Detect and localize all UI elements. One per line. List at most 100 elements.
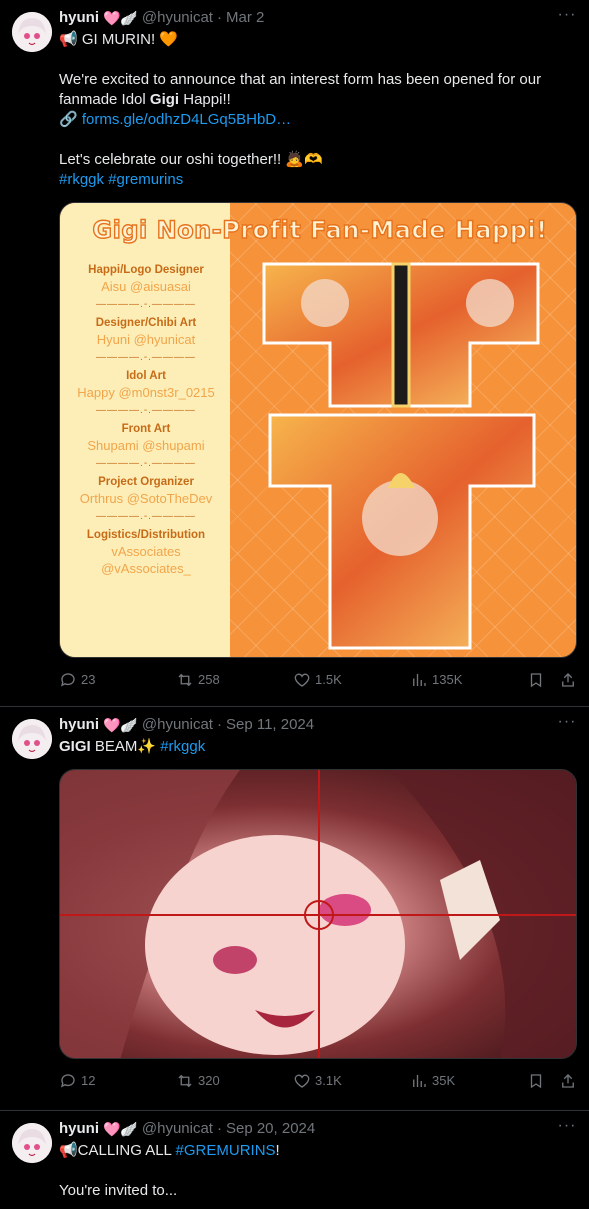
reply-button[interactable]: 12 [59, 1071, 159, 1091]
credit-separator: ————.-.———— [96, 458, 196, 469]
credit-name: Aisu @aisuasai [101, 279, 191, 294]
views-button[interactable]: 135K [410, 670, 510, 690]
repost-icon [176, 1072, 194, 1090]
text-line: #rkggk #gremurins [59, 170, 577, 190]
author-name[interactable]: hyuni [59, 8, 99, 28]
share-icon[interactable] [559, 1072, 577, 1090]
author-name[interactable]: hyuni [59, 715, 99, 735]
credit-block: Front Art Shupami @shupami ————.-.———— [66, 422, 226, 475]
credit-role: Project Organizer [98, 476, 194, 488]
like-button[interactable]: 3.1K [293, 1071, 393, 1091]
text-line: Let's celebrate our oshi together!! 🙇🫶 [59, 151, 323, 168]
hashtag[interactable]: #GREMURINS [176, 1142, 276, 1159]
form-link[interactable]: forms.gle/odhzD4LGq5BHbD… [82, 111, 291, 128]
bold-text: Gigi [149, 91, 180, 108]
tweet-date[interactable]: Sep 20, 2024 [226, 1119, 315, 1139]
image-title: Gigi Non-Profit Fan-Made Happi! [92, 215, 548, 244]
reply-button[interactable]: 23 [59, 670, 159, 690]
author-name[interactable]: hyuni [59, 1119, 99, 1139]
reply-count: 12 [81, 1073, 96, 1088]
text-line: 📢CALLING ALL #GREMURINS! [59, 1141, 577, 1161]
heart-icon [293, 1072, 311, 1090]
tweet-header: hyuni 🩷🪽 @hyunicat · Mar 2 [59, 8, 577, 28]
avatar[interactable] [12, 12, 52, 52]
bold-text: GIGI [59, 738, 91, 755]
author-emoji: 🩷🪽 [103, 717, 138, 733]
view-count: 35K [432, 1073, 456, 1088]
views-button[interactable]: 35K [410, 1071, 510, 1091]
tweet-1[interactable]: hyuni 🩷🪽 @hyunicat · Mar 2 ··· 📢 GI MURI… [0, 0, 589, 707]
text-line-end: Happi!! [179, 91, 231, 108]
credit-name: Shupami @shupami [87, 438, 205, 453]
tweet-2[interactable]: hyuni 🩷🪽 @hyunicat · Sep 11, 2024 ··· GI… [0, 707, 589, 1111]
repost-count: 258 [198, 672, 220, 687]
like-button[interactable]: 1.5K [293, 670, 393, 690]
share-icon[interactable] [559, 671, 577, 689]
credit-role: Designer/Chibi Art [95, 317, 197, 329]
tweet-date[interactable]: Sep 11, 2024 [226, 715, 314, 735]
view-count: 135K [432, 672, 463, 687]
tweet-actions: 12 320 3.1K 35K [59, 1071, 577, 1091]
credit-name: Orthrus @SotoTheDev [79, 491, 213, 506]
author-handle[interactable]: @hyunicat [142, 715, 213, 735]
credits-list: Happi/Logo Designer Aisu @aisuasai ————.… [66, 263, 226, 577]
gigi-beam-artwork[interactable] [59, 769, 577, 1059]
text-end: ! [275, 1142, 280, 1159]
credit-role: Front Art [121, 423, 171, 435]
credit-block: Project Organizer Orthrus @SotoTheDev ——… [66, 475, 226, 528]
text-rest: BEAM✨ [90, 738, 161, 755]
tweet-actions: 23 258 1.5K 135K [59, 670, 577, 690]
more-options-icon[interactable]: ··· [557, 1118, 577, 1139]
avatar[interactable] [12, 719, 52, 759]
reply-icon [59, 1072, 77, 1090]
views-icon [410, 1072, 428, 1090]
author-handle[interactable]: @hyunicat [142, 8, 213, 28]
author-handle[interactable]: @hyunicat [142, 1119, 213, 1139]
heart-icon [293, 671, 311, 689]
separator-dot: · [216, 716, 222, 733]
tweet-text: 📢CALLING ALL #GREMURINS! You're invited … [59, 1141, 577, 1201]
text-line: 🔗 forms.gle/odhzD4LGq5BHbD… [59, 110, 577, 130]
text-line: 📢 GI MURIN! 🧡 [59, 31, 179, 48]
tweet-text: GIGI BEAM✨ #rkggk [59, 737, 577, 757]
repost-button[interactable]: 258 [176, 670, 276, 690]
happi-coat-illustration [262, 262, 540, 650]
credit-separator: ————.-.———— [96, 299, 196, 310]
credit-name: vAssociates [111, 544, 181, 559]
repost-button[interactable]: 320 [176, 1071, 276, 1091]
text-line: You're invited to... [59, 1182, 178, 1199]
repost-count: 320 [198, 1073, 220, 1088]
bookmark-icon[interactable] [527, 671, 545, 689]
tweet-date[interactable]: Mar 2 [226, 8, 264, 28]
author-emoji: 🩷🪽 [103, 1121, 138, 1137]
credit-separator: ————.-.———— [96, 511, 196, 522]
hashtag[interactable]: #rkggk [160, 738, 205, 755]
text-line [59, 50, 577, 70]
credit-block: Idol Art Happy @m0nst3r_0215 ————.-.———— [66, 369, 226, 422]
credit-name: Happy @m0nst3r_0215 [77, 385, 215, 400]
views-icon [410, 671, 428, 689]
more-options-icon[interactable]: ··· [557, 7, 577, 28]
credit-name: Hyuni @hyunicat [96, 332, 196, 347]
text-line [59, 130, 577, 150]
credit-role: Happi/Logo Designer [88, 264, 204, 276]
hashtags[interactable]: #rkggk #gremurins [59, 171, 183, 188]
tweet-secondary-actions [527, 1072, 577, 1090]
credit-block: Happi/Logo Designer Aisu @aisuasai ————.… [66, 263, 226, 316]
artwork-illustration [60, 770, 576, 1058]
text-line: GIGI BEAM✨ #rkggk [59, 737, 577, 757]
more-options-icon[interactable]: ··· [557, 714, 577, 735]
separator-dot: · [216, 9, 222, 26]
like-count: 3.1K [315, 1073, 342, 1088]
tweet-3[interactable]: hyuni 🩷🪽 @hyunicat · Sep 20, 2024 ··· 📢C… [0, 1111, 589, 1209]
happi-announcement-image[interactable]: Gigi Non-Profit Fan-Made Happi! Happi/Lo… [59, 202, 577, 658]
tweet-header: hyuni 🩷🪽 @hyunicat · Sep 20, 2024 [59, 1119, 577, 1139]
bookmark-icon[interactable] [527, 1072, 545, 1090]
avatar[interactable] [12, 1123, 52, 1163]
repost-icon [176, 671, 194, 689]
credit-block: Logistics/Distribution vAssociates @vAss… [66, 528, 226, 577]
tweet-secondary-actions [527, 671, 577, 689]
reply-icon [59, 671, 77, 689]
tweet-header: hyuni 🩷🪽 @hyunicat · Sep 11, 2024 [59, 715, 577, 735]
credit-block: Designer/Chibi Art Hyuni @hyunicat ————.… [66, 316, 226, 369]
